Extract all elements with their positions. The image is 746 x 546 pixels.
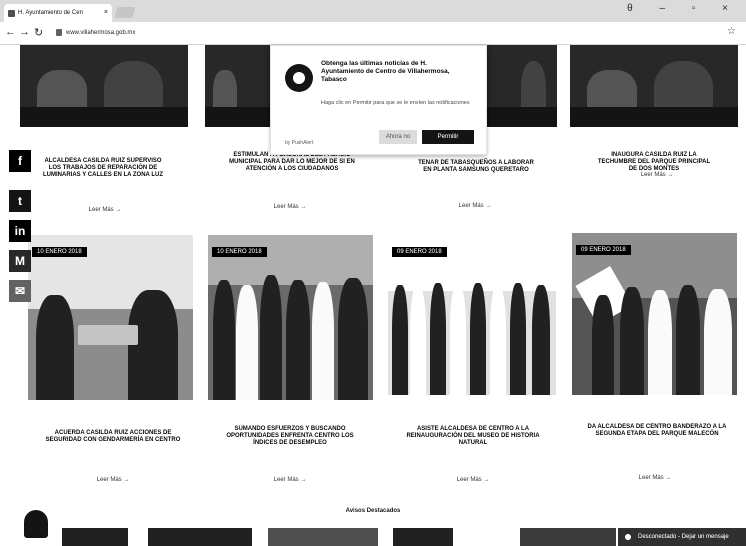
news-image-6[interactable]: 10 ENERO 2018 <box>208 235 373 400</box>
popup-body: Haga clic en Permitir para que se le env… <box>321 100 470 106</box>
forward-icon[interactable]: → <box>19 26 30 38</box>
featured-thumb-1[interactable] <box>62 528 128 546</box>
date-badge-2: 10 ENERO 2018 <box>212 247 267 257</box>
news-title-3[interactable]: TENAR DE TABASQUEÑOS A LABORAR EN PLANTA… <box>415 160 537 174</box>
news-title-7[interactable]: ASISTE ALCALDESA DE CENTRO A LA REINAUGU… <box>398 426 548 447</box>
read-more-link-6[interactable]: Leer Más → <box>255 477 325 483</box>
news-title-1[interactable]: ALCALDESA CASILDA RUIZ SUPERVISO LOS TRA… <box>38 158 168 179</box>
notification-bell-icon[interactable] <box>24 510 48 538</box>
read-more-link-4[interactable]: Leer Más → <box>622 172 692 178</box>
news-title-4[interactable]: INAUGURA CASILDA RUIZ LA TECHUMBRE DEL P… <box>595 152 713 173</box>
date-badge-3: 09 ENERO 2018 <box>392 247 447 257</box>
site-info-icon[interactable] <box>56 29 62 36</box>
bookmark-star-icon[interactable]: ☆ <box>727 26 736 37</box>
url-text: www.villahermosa.gob.mx <box>66 30 136 36</box>
email-share-button[interactable]: ✉ <box>9 280 31 302</box>
pushalert-credit[interactable]: by PushAlert <box>285 140 313 146</box>
read-more-link-7[interactable]: Leer Más → <box>438 477 508 483</box>
news-image-3[interactable] <box>485 45 557 127</box>
tab-title: H. Ayuntamiento de Cen <box>18 10 83 16</box>
close-tab-icon[interactable]: × <box>104 4 108 22</box>
facebook-icon: f <box>18 154 22 168</box>
section-heading: Avisos Destacados <box>345 508 401 514</box>
date-badge-1: 10 ENERO 2018 <box>32 247 87 257</box>
read-more-link-3[interactable]: Leer Más → <box>440 203 510 209</box>
featured-thumb-2[interactable] <box>148 528 252 546</box>
read-more-link-8[interactable]: Leer Más → <box>620 475 690 481</box>
news-image-5[interactable]: 10 ENERO 2018 <box>28 235 193 400</box>
favicon-icon <box>8 10 15 17</box>
browser-tab-bar: H. Ayuntamiento de Cen × θ – ▫ × <box>0 0 746 22</box>
read-more-link-1[interactable]: Leer Más → <box>70 207 140 213</box>
news-title-5[interactable]: ACUERDA CASILDA RUIZ ACCIONES DE SEGURID… <box>38 430 188 444</box>
chat-status-icon <box>625 534 631 540</box>
push-notification-dialog: Obtenga las últimas noticias de H. Ayunt… <box>270 45 487 155</box>
gmail-share-button[interactable]: M <box>9 250 31 272</box>
read-more-link-5[interactable]: Leer Más → <box>78 477 148 483</box>
reload-icon[interactable]: ↻ <box>34 26 43 39</box>
news-title-6[interactable]: SUMANDO ESFUERZOS Y BUSCANDO OPORTUNIDAD… <box>220 426 360 447</box>
featured-thumb-4[interactable] <box>393 528 453 546</box>
news-image-7[interactable]: 09 ENERO 2018 <box>388 235 556 395</box>
chat-widget[interactable]: Desconectado - Dejar un mensaje <box>618 528 746 546</box>
window-controls[interactable]: θ – ▫ × <box>627 3 740 14</box>
news-image-4[interactable] <box>570 45 738 127</box>
facebook-share-button[interactable]: f <box>9 150 31 172</box>
gmail-icon: M <box>15 254 25 268</box>
news-image-8[interactable]: 09 ENERO 2018 <box>572 233 737 395</box>
decline-button[interactable]: Ahora no <box>379 130 417 144</box>
site-logo-icon <box>285 64 313 92</box>
featured-thumb-5[interactable] <box>520 528 616 546</box>
browser-toolbar: ← → ↻ www.villahermosa.gob.mx ☆ <box>0 22 746 45</box>
mail-icon: ✉ <box>14 284 26 298</box>
browser-tab[interactable]: H. Ayuntamiento de Cen × <box>4 4 112 22</box>
twitter-share-button[interactable]: t <box>9 190 31 212</box>
news-title-2[interactable]: ESTIMULAN A PERSONAL DEL PALACIO MUNICIP… <box>222 152 362 173</box>
twitter-icon: t <box>18 194 22 208</box>
read-more-link-2[interactable]: Leer Más → <box>255 204 325 210</box>
allow-button[interactable]: Permitir <box>422 130 474 144</box>
news-image-1[interactable] <box>20 45 188 127</box>
new-tab-button[interactable] <box>114 7 136 18</box>
address-bar[interactable]: www.villahermosa.gob.mx <box>52 25 717 41</box>
popup-title: Obtenga las últimas noticias de H. Ayunt… <box>321 60 450 83</box>
featured-thumb-3[interactable] <box>268 528 378 546</box>
back-icon[interactable]: ← <box>5 26 16 38</box>
linkedin-icon: in <box>14 224 26 238</box>
date-badge-4: 09 ENERO 2018 <box>576 245 631 255</box>
linkedin-share-button[interactable]: in <box>9 220 31 242</box>
chat-label: Desconectado - Dejar un mensaje <box>638 534 729 540</box>
news-title-8[interactable]: DA ALCALDESA DE CENTRO BANDERAZO A LA SE… <box>582 424 732 438</box>
